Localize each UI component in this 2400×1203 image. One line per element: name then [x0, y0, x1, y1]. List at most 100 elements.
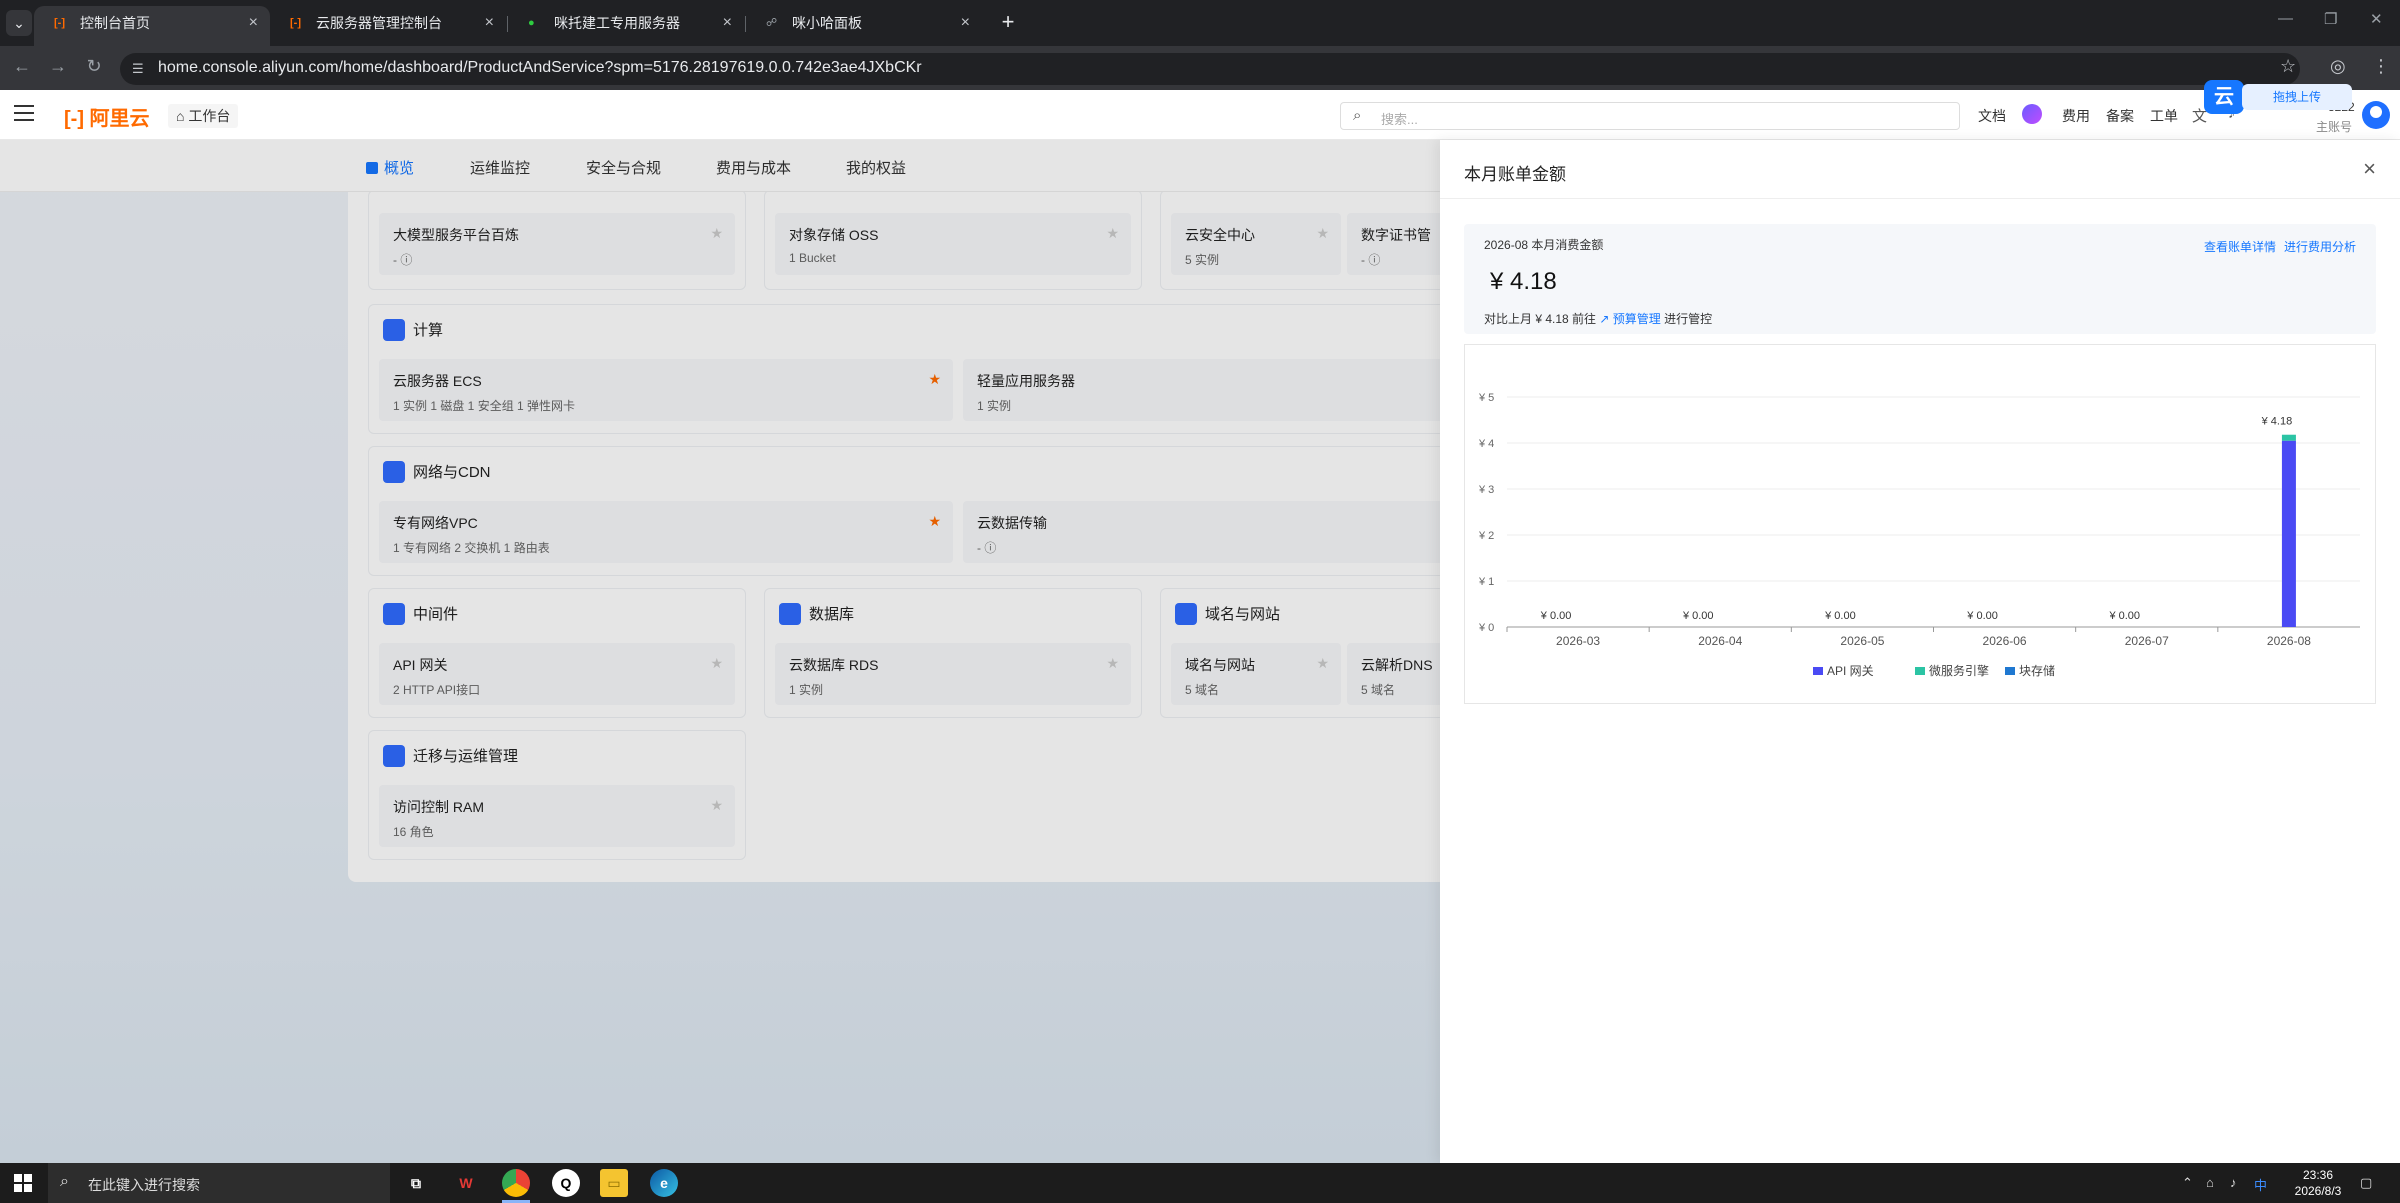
hamburger-menu-icon[interactable] — [14, 105, 34, 121]
browser-tab-ecs-console[interactable]: [-] 云服务器管理控制台 × — [270, 6, 506, 46]
bar-segment — [2281, 440, 2296, 627]
upload-label: 拖拽上传 — [2242, 84, 2352, 110]
new-tab-button[interactable]: + — [994, 8, 1022, 36]
account-role: 主账号 — [2316, 120, 2353, 134]
edge-icon[interactable]: e — [650, 1169, 678, 1197]
address-bar[interactable]: ☰ home.console.aliyun.com/home/dashboard… — [120, 53, 2300, 85]
compare-text: 对比上月 ¥ 4.18 前往 ↗ 预算管理 进行管控 — [1484, 310, 1712, 327]
window-close-icon[interactable]: ✕ — [2370, 10, 2383, 28]
browser-toolbar: ← → ↻ ☰ home.console.aliyun.com/home/das… — [0, 46, 2400, 90]
ai-assistant-icon[interactable] — [2022, 104, 2042, 124]
input-method-icon[interactable]: 中 — [2254, 1175, 2267, 1194]
y-tick-label: ¥ 3 — [1478, 484, 1494, 496]
y-tick-label: ¥ 4 — [1478, 438, 1494, 450]
y-tick-label: ¥ 5 — [1478, 392, 1494, 404]
cost-analysis-link[interactable]: 进行费用分析 — [2284, 240, 2356, 254]
workbench-label: 工作台 — [188, 108, 231, 124]
budget-link[interactable]: ↗ 预算管理 — [1599, 312, 1660, 326]
tab-close-icon[interactable]: × — [249, 6, 258, 40]
console-topbar: [-] 阿里云 ⌂ 工作台 ⌕ 搜索... 文档 费用 备案 工单 文 ♪ 32… — [0, 90, 2400, 140]
profile-icon[interactable]: ◎ — [2330, 56, 2346, 77]
site-info-icon[interactable]: ☰ — [132, 61, 144, 77]
network-icon[interactable]: ⌂ — [2206, 1175, 2214, 1190]
bookmark-star-icon[interactable]: ☆ — [2280, 56, 2296, 77]
qq-icon[interactable]: Q — [552, 1169, 580, 1197]
legend-swatch — [1813, 667, 1823, 675]
docs-link[interactable]: 文档 — [1978, 106, 2006, 126]
icp-filing-link[interactable]: 备案 — [2106, 106, 2134, 126]
browser-menu-icon[interactable]: ⋮ — [2372, 56, 2390, 77]
x-tick-label: 2026-04 — [1698, 634, 1742, 648]
tray-expand-icon[interactable]: ⌃ — [2182, 1175, 2193, 1191]
workbench-link[interactable]: ⌂ 工作台 — [168, 104, 239, 128]
data-label: ¥ 0.00 — [1540, 610, 1572, 622]
windows-start-icon[interactable] — [14, 1174, 32, 1192]
billing-link[interactable]: 费用 — [2062, 106, 2090, 126]
restore-icon[interactable]: ❐ — [2324, 10, 2337, 28]
back-icon[interactable]: ← — [10, 56, 34, 77]
drawer-title: 本月账单金额 — [1464, 165, 1566, 184]
y-tick-label: ¥ 0 — [1478, 622, 1494, 634]
x-tick-label: 2026-07 — [2125, 634, 2169, 648]
bill-summary: 2026-08 本月消费金额 查看账单详情 进行费用分析 ¥ 4.18 对比上月 … — [1464, 224, 2376, 334]
legend-label: API 网关 — [1827, 664, 1874, 678]
console-search-input[interactable]: ⌕ 搜索... — [1340, 102, 1960, 130]
minimize-icon[interactable]: — — [2278, 10, 2293, 27]
taskbar-clock[interactable]: 23:36 2026/8/3 — [2288, 1167, 2348, 1199]
data-label: ¥ 0.00 — [2108, 610, 2140, 622]
tab-close-icon[interactable]: × — [723, 6, 732, 40]
server-favicon-icon: ● — [528, 17, 535, 29]
tab-search-icon[interactable]: ⌄ — [6, 10, 32, 36]
bill-detail-link[interactable]: 查看账单详情 — [2204, 240, 2276, 254]
windows-taskbar: ⌕ 在此键入进行搜索 ⧉ W Q ▭ e ⌃ ⌂ ♪ 中 23:36 2026/… — [0, 1163, 2400, 1203]
taskbar-search-placeholder: 在此键入进行搜索 — [88, 1177, 200, 1193]
bill-amount: ¥ 4.18 — [1490, 268, 1557, 295]
task-view-icon[interactable]: ⧉ — [402, 1169, 430, 1197]
reload-icon[interactable]: ↻ — [82, 56, 106, 77]
drag-upload-widget[interactable]: 云 拖拽上传 — [2204, 80, 2354, 114]
url-text: home.console.aliyun.com/home/dashboard/P… — [158, 59, 922, 76]
cloud-upload-icon: 云 — [2204, 80, 2244, 114]
file-explorer-icon[interactable]: ▭ — [600, 1169, 628, 1197]
legend-swatch — [1915, 667, 1925, 675]
y-tick-label: ¥ 1 — [1478, 576, 1494, 588]
search-icon: ⌕ — [60, 1173, 69, 1190]
close-icon[interactable]: × — [2363, 156, 2376, 182]
browser-tab-panel[interactable]: ☍ 咪小哈面板 × — [746, 6, 982, 46]
x-tick-label: 2026-08 — [2267, 634, 2311, 648]
data-label: ¥ 0.00 — [1824, 610, 1856, 622]
bill-drawer: 本月账单金额 × 2026-08 本月消费金额 查看账单详情 进行费用分析 ¥ 4… — [1440, 140, 2400, 1163]
tab-title: 云服务器管理控制台 — [316, 15, 442, 31]
browser-tabbar: ⌄ [-] 控制台首页 × [-] 云服务器管理控制台 × ● 咪托建工专用服务… — [0, 0, 2400, 46]
tab-title: 咪托建工专用服务器 — [554, 15, 680, 31]
clock-date: 2026/8/3 — [2294, 1184, 2342, 1198]
ticket-link[interactable]: 工单 — [2150, 106, 2178, 126]
wps-icon[interactable]: W — [452, 1169, 480, 1197]
avatar[interactable] — [2362, 101, 2390, 129]
clock-time: 23:36 — [2302, 1168, 2334, 1182]
aliyun-favicon-icon: [-] — [290, 17, 301, 29]
modal-overlay[interactable] — [0, 140, 1440, 1163]
x-tick-label: 2026-03 — [1556, 634, 1600, 648]
browser-tab-server[interactable]: ● 咪托建工专用服务器 × — [508, 6, 744, 46]
tab-close-icon[interactable]: × — [485, 6, 494, 40]
tab-close-icon[interactable]: × — [961, 6, 970, 40]
volume-icon[interactable]: ♪ — [2230, 1175, 2237, 1190]
taskbar-search-input[interactable]: ⌕ 在此键入进行搜索 — [48, 1163, 390, 1203]
search-placeholder: 搜索... — [1381, 112, 1418, 127]
bill-chart: ¥ 0 ¥ 1 ¥ 2 ¥ 3 ¥ 4 ¥ 5 2026-03 ¥ 0.00 2026-04 ¥ … — [1464, 344, 2376, 704]
panel-favicon-icon: ☍ — [766, 17, 778, 29]
legend-label: 微服务引擎 — [1929, 663, 1989, 678]
notification-icon[interactable]: ▢ — [2360, 1175, 2372, 1191]
x-tick-label: 2026-06 — [1983, 634, 2027, 648]
tab-title: 控制台首页 — [80, 15, 150, 31]
logo-bracket-icon: [-] — [64, 108, 84, 130]
tab-title: 咪小哈面板 — [792, 15, 862, 31]
browser-tab-console-home[interactable]: [-] 控制台首页 × — [34, 6, 270, 46]
bar-segment — [2281, 434, 2296, 441]
forward-icon[interactable]: → — [46, 56, 70, 77]
aliyun-logo[interactable]: [-] 阿里云 — [64, 102, 150, 131]
legend-label: 块存储 — [2019, 663, 2055, 678]
x-tick-label: 2026-05 — [1840, 634, 1884, 648]
chrome-icon[interactable] — [502, 1169, 530, 1197]
